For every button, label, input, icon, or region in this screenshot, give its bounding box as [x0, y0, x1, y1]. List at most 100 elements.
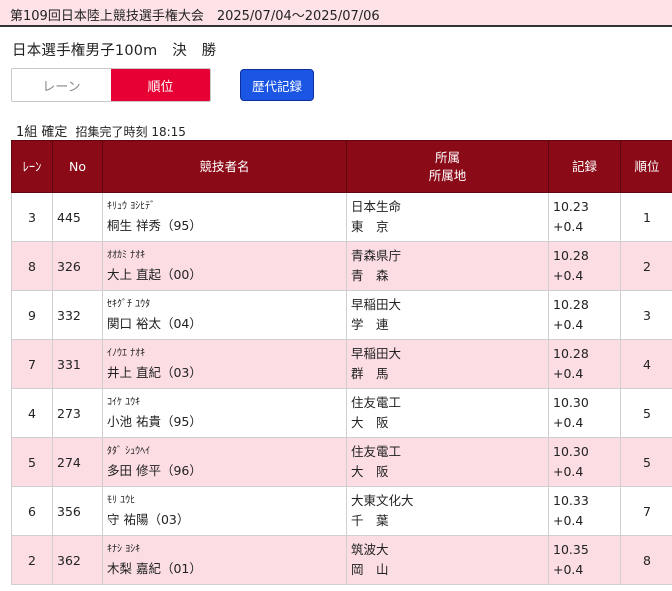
table-row: 7 331 ｲﾉｳｴ ﾅｵｷ 井上 直紀（03） 早稲田大 群 馬 10.28 … — [11, 339, 672, 389]
rank-cell: 5 — [620, 388, 672, 438]
lane-column-header: ﾚｰﾝ — [11, 140, 53, 193]
affiliation-cell: 大東文化大 千 葉 — [346, 486, 549, 536]
athlete-kana: ｷﾅｼ ﾖｼｷ — [107, 544, 141, 555]
record-column-header: 記録 — [548, 140, 621, 193]
history-records-button[interactable]: 歴代記録 — [240, 69, 314, 101]
record-cell: 10.23 +0.4 — [548, 192, 621, 242]
bib-cell: 332 — [52, 290, 103, 340]
heat-status: 1組 確定 — [16, 125, 68, 140]
record-cell: 10.28 +0.4 — [548, 339, 621, 389]
record-time: 10.23 — [553, 199, 589, 214]
record-time: 10.35 — [553, 542, 589, 557]
table-row: 2 362 ｷﾅｼ ﾖｼｷ 木梨 嘉紀（01） 筑波大 岡 山 10.35 +0… — [11, 535, 672, 585]
record-wind: +0.4 — [553, 513, 584, 528]
rank-cell: 4 — [620, 339, 672, 389]
affiliation: 青森県庁 — [351, 248, 402, 263]
bib-cell: 445 — [52, 192, 103, 242]
lane-cell: 6 — [11, 486, 53, 536]
table-row: 4 273 ｺｲｹ ﾕｳｷ 小池 祐貴（95） 住友電工 大 阪 10.30 +… — [11, 388, 672, 438]
athlete-kana: ｵｵｶﾐ ﾅｵｷ — [107, 250, 146, 261]
affiliation-cell: 住友電工 大 阪 — [346, 437, 549, 487]
region-header-label: 所属地 — [428, 167, 467, 183]
lane-cell: 5 — [11, 437, 53, 487]
athlete-name: 木梨 嘉紀（01） — [107, 561, 202, 576]
athlete-kana: ｺｲｹ ﾕｳｷ — [107, 397, 141, 408]
lane-cell: 7 — [11, 339, 53, 389]
record-wind: +0.4 — [553, 268, 584, 283]
table-row: 8 326 ｵｵｶﾐ ﾅｵｷ 大上 直起（00） 青森県庁 青 森 10.28 … — [11, 241, 672, 291]
athlete-kana: ｲﾉｳｴ ﾅｵｷ — [107, 348, 146, 359]
name-column-header: 競技者名 — [102, 140, 347, 193]
athlete-cell: ｾｷｸﾞﾁ ﾕｳﾀ 関口 裕太（04） — [102, 290, 347, 340]
results-header-row: ﾚｰﾝ No 競技者名 所属 所属地 記録 順位 — [11, 140, 672, 193]
athlete-name: 桐生 祥秀（95） — [107, 218, 202, 233]
rank-cell: 7 — [620, 486, 672, 536]
record-cell: 10.28 +0.4 — [548, 241, 621, 291]
rank-cell: 3 — [620, 290, 672, 340]
record-cell: 10.33 +0.4 — [548, 486, 621, 536]
affiliation-cell: 住友電工 大 阪 — [346, 388, 549, 438]
results-table: ﾚｰﾝ No 競技者名 所属 所属地 記録 順位 3 445 ｷﾘｭｳ ﾖｼﾋﾃ… — [11, 140, 672, 585]
athlete-name: 関口 裕太（04） — [107, 316, 202, 331]
record-wind: +0.4 — [553, 464, 584, 479]
affiliation-header-label: 所属 — [434, 149, 460, 165]
affiliation: 筑波大 — [351, 542, 389, 557]
event-title: 日本選手権男子100m 決 勝 — [12, 43, 217, 59]
athlete-cell: ｲﾉｳｴ ﾅｵｷ 井上 直紀（03） — [102, 339, 347, 389]
championship-title: 第109回日本陸上競技選手権大会 2025/07/04～2025/07/06 — [10, 9, 380, 24]
table-row: 5 274 ﾀﾀﾞ ｼｭｳﾍｲ 多田 修平（96） 住友電工 大 阪 10.30… — [11, 437, 672, 487]
rank-column-header: 順位 — [620, 140, 672, 193]
record-time: 10.33 — [553, 493, 589, 508]
table-row: 9 332 ｾｷｸﾞﾁ ﾕｳﾀ 関口 裕太（04） 早稲田大 学 連 10.28… — [11, 290, 672, 340]
table-row: 3 445 ｷﾘｭｳ ﾖｼﾋﾃﾞ 桐生 祥秀（95） 日本生命 東 京 10.2… — [11, 192, 672, 242]
record-wind: +0.4 — [553, 219, 584, 234]
bib-cell: 273 — [52, 388, 103, 438]
affiliation-cell: 日本生命 東 京 — [346, 192, 549, 242]
affiliation-cell: 早稲田大 群 馬 — [346, 339, 549, 389]
record-time: 10.28 — [553, 297, 589, 312]
athlete-cell: ｷﾘｭｳ ﾖｼﾋﾃﾞ 桐生 祥秀（95） — [102, 192, 347, 242]
lane-order-button[interactable]: レーン — [12, 69, 111, 101]
rank-cell: 8 — [620, 535, 672, 585]
athlete-kana: ﾀﾀﾞ ｼｭｳﾍｲ — [107, 446, 151, 457]
athlete-name: 小池 祐貴（95） — [107, 414, 202, 429]
affiliation-cell: 青森県庁 青 森 — [346, 241, 549, 291]
athlete-kana: ﾓﾘ ﾕｳﾋ — [107, 495, 136, 506]
region: 群 馬 — [351, 366, 389, 381]
region: 東 京 — [351, 219, 389, 234]
region: 岡 山 — [351, 562, 389, 577]
region: 大 阪 — [351, 464, 389, 479]
record-time: 10.28 — [553, 346, 589, 361]
record-cell: 10.28 +0.4 — [548, 290, 621, 340]
record-wind: +0.4 — [553, 415, 584, 430]
rank-cell: 1 — [620, 192, 672, 242]
athlete-cell: ｺｲｹ ﾕｳｷ 小池 祐貴（95） — [102, 388, 347, 438]
athlete-cell: ﾀﾀﾞ ｼｭｳﾍｲ 多田 修平（96） — [102, 437, 347, 487]
record-time: 10.30 — [553, 395, 589, 410]
athlete-name: 大上 直起（00） — [107, 267, 202, 282]
rank-order-button[interactable]: 順位 — [111, 69, 210, 101]
championship-header: 第109回日本陸上競技選手権大会 2025/07/04～2025/07/06 — [0, 0, 672, 27]
bib-cell: 331 — [52, 339, 103, 389]
region: 大 阪 — [351, 415, 389, 430]
bib-cell: 356 — [52, 486, 103, 536]
affiliation-cell: 早稲田大 学 連 — [346, 290, 549, 340]
record-wind: +0.4 — [553, 317, 584, 332]
athlete-cell: ｵｵｶﾐ ﾅｵｷ 大上 直起（00） — [102, 241, 347, 291]
affiliation-column-header: 所属 所属地 — [346, 140, 549, 193]
record-time: 10.30 — [553, 444, 589, 459]
table-row: 6 356 ﾓﾘ ﾕｳﾋ 守 祐陽（03） 大東文化大 千 葉 10.33 +0… — [11, 486, 672, 536]
athlete-cell: ﾓﾘ ﾕｳﾋ 守 祐陽（03） — [102, 486, 347, 536]
region: 学 連 — [351, 317, 389, 332]
affiliation: 住友電工 — [351, 444, 402, 459]
record-cell: 10.35 +0.4 — [548, 535, 621, 585]
bib-cell: 362 — [52, 535, 103, 585]
lane-cell: 2 — [11, 535, 53, 585]
call-time: 招集完了時刻 18:15 — [75, 125, 186, 139]
no-column-header: No — [52, 140, 103, 193]
view-toggle: レーン 順位 — [11, 68, 211, 102]
athlete-name: 井上 直紀（03） — [107, 365, 202, 380]
record-cell: 10.30 +0.4 — [548, 437, 621, 487]
affiliation: 早稲田大 — [351, 346, 402, 361]
record-wind: +0.4 — [553, 562, 584, 577]
